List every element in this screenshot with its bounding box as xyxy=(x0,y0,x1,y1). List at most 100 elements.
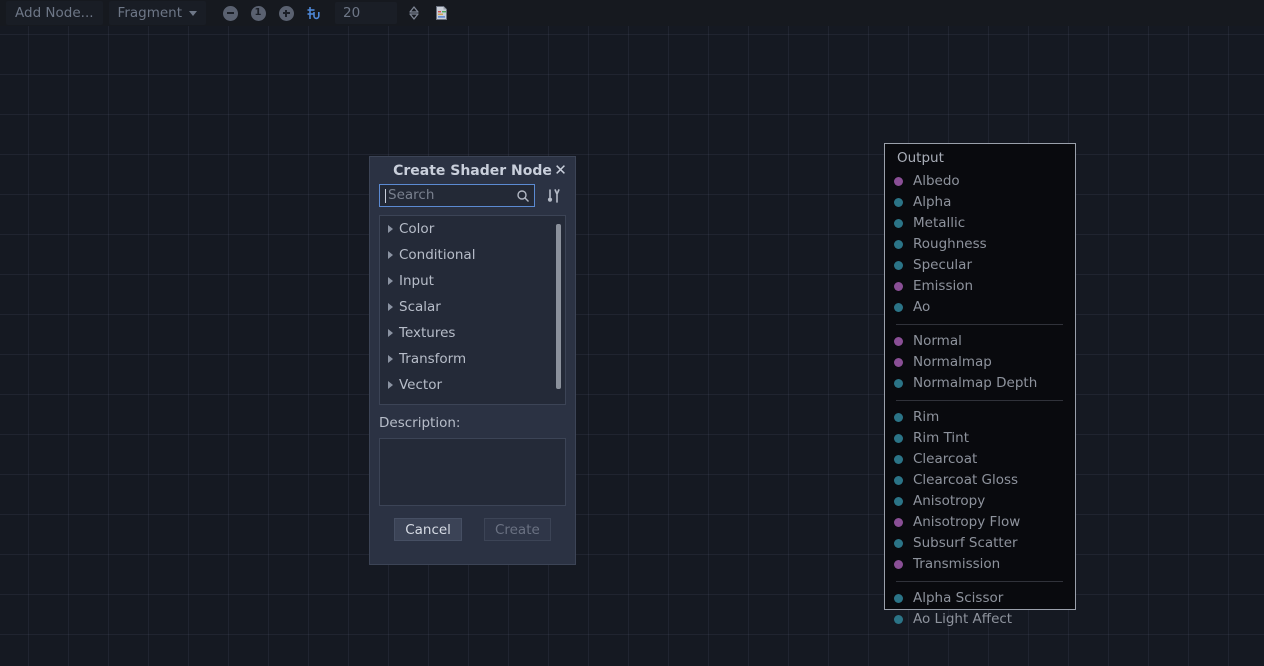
port-dot-icon[interactable] xyxy=(894,497,903,506)
port-dot-icon[interactable] xyxy=(894,379,903,388)
output-node[interactable]: Output Albedo Alpha Metallic Roughness S… xyxy=(884,143,1076,610)
port-row-clearcoat-gloss[interactable]: Clearcoat Gloss xyxy=(885,470,1075,491)
search-icon[interactable] xyxy=(516,189,530,203)
tree-item-label: Special xyxy=(399,403,448,405)
tree-item-label: Scalar xyxy=(399,299,441,315)
port-row-normalmap[interactable]: Normalmap xyxy=(885,352,1075,373)
port-group: Rim Rim Tint Clearcoat Clearcoat Gloss A… xyxy=(885,407,1075,575)
port-label: Normalmap xyxy=(913,356,992,370)
port-label: Roughness xyxy=(913,238,987,252)
port-row-rim[interactable]: Rim xyxy=(885,407,1075,428)
port-dot-icon[interactable] xyxy=(894,615,903,624)
chevron-right-icon[interactable] xyxy=(388,251,393,259)
add-node-label: Add Node... xyxy=(15,5,94,21)
description-textarea[interactable] xyxy=(379,438,566,506)
port-dot-icon[interactable] xyxy=(894,476,903,485)
port-row-specular[interactable]: Specular xyxy=(885,255,1075,276)
dialog-body: Search xyxy=(370,184,575,541)
tree-item-vector[interactable]: Vector xyxy=(380,372,565,398)
port-dot-icon[interactable] xyxy=(894,413,903,422)
port-row-ao[interactable]: Ao xyxy=(885,297,1075,318)
description-label: Description: xyxy=(379,415,566,431)
port-row-ao-light-affect[interactable]: Ao Light Affect xyxy=(885,609,1075,630)
dialog-titlebar[interactable]: Create Shader Node ✕ xyxy=(370,157,575,184)
port-dot-icon[interactable] xyxy=(894,560,903,569)
chevron-right-icon[interactable] xyxy=(388,329,393,337)
tree-scrollbar[interactable] xyxy=(556,218,563,402)
chevron-right-icon[interactable] xyxy=(388,303,393,311)
port-label: Subsurf Scatter xyxy=(913,537,1018,551)
chevron-right-icon[interactable] xyxy=(388,381,393,389)
port-label: Rim Tint xyxy=(913,432,969,446)
port-dot-icon[interactable] xyxy=(894,358,903,367)
port-dot-icon[interactable] xyxy=(894,177,903,186)
tree-item-textures[interactable]: Textures xyxy=(380,320,565,346)
add-node-button[interactable]: Add Node... xyxy=(6,1,103,25)
cancel-button[interactable]: Cancel xyxy=(394,518,462,541)
port-group-separator xyxy=(896,400,1063,401)
port-label: Clearcoat xyxy=(913,453,977,467)
port-row-roughness[interactable]: Roughness xyxy=(885,234,1075,255)
port-dot-icon[interactable] xyxy=(894,219,903,228)
grid-size-spinner[interactable] xyxy=(401,1,427,25)
port-dot-icon[interactable] xyxy=(894,337,903,346)
port-row-anisotropy[interactable]: Anisotropy xyxy=(885,491,1075,512)
port-dot-icon[interactable] xyxy=(894,518,903,527)
port-dot-icon[interactable] xyxy=(894,261,903,270)
port-group: Alpha Scissor Ao Light Affect xyxy=(885,588,1075,630)
tree-item-scalar[interactable]: Scalar xyxy=(380,294,565,320)
zoom-out-icon xyxy=(223,6,238,21)
spinner-up-down-icon xyxy=(407,5,421,21)
close-icon[interactable]: ✕ xyxy=(553,162,568,178)
zoom-in-icon xyxy=(279,6,294,21)
shader-stage-dropdown[interactable]: Fragment xyxy=(109,1,206,25)
snap-grid-button[interactable] xyxy=(301,1,327,25)
port-dot-icon[interactable] xyxy=(894,240,903,249)
chevron-right-icon[interactable] xyxy=(388,225,393,233)
zoom-reset-icon: 1 xyxy=(251,6,266,21)
port-row-clearcoat[interactable]: Clearcoat xyxy=(885,449,1075,470)
port-row-alpha-scissor[interactable]: Alpha Scissor xyxy=(885,588,1075,609)
port-row-albedo[interactable]: Albedo xyxy=(885,171,1075,192)
port-label: Emission xyxy=(913,280,973,294)
tree-item-input[interactable]: Input xyxy=(380,268,565,294)
tree-item-special[interactable]: Special xyxy=(380,398,565,405)
search-row: Search xyxy=(379,184,566,207)
port-row-normalmap-depth[interactable]: Normalmap Depth xyxy=(885,373,1075,394)
port-row-alpha[interactable]: Alpha xyxy=(885,192,1075,213)
node-options-button[interactable] xyxy=(542,184,566,207)
tree-item-transform[interactable]: Transform xyxy=(380,346,565,372)
port-dot-icon[interactable] xyxy=(894,455,903,464)
port-dot-icon[interactable] xyxy=(894,594,903,603)
port-label: Normalmap Depth xyxy=(913,377,1037,391)
shader-script-button[interactable] xyxy=(429,1,455,25)
port-dot-icon[interactable] xyxy=(894,282,903,291)
zoom-out-button[interactable] xyxy=(217,1,243,25)
port-row-metallic[interactable]: Metallic xyxy=(885,213,1075,234)
tree-item-color[interactable]: Color xyxy=(380,216,565,242)
port-dot-icon[interactable] xyxy=(894,198,903,207)
port-row-anisotropy-flow[interactable]: Anisotropy Flow xyxy=(885,512,1075,533)
tree-scrollbar-thumb[interactable] xyxy=(556,224,561,389)
chevron-right-icon[interactable] xyxy=(388,355,393,363)
port-dot-icon[interactable] xyxy=(894,539,903,548)
chevron-right-icon[interactable] xyxy=(388,277,393,285)
zoom-reset-button[interactable]: 1 xyxy=(245,1,271,25)
port-row-transmission[interactable]: Transmission xyxy=(885,554,1075,575)
tree-item-label: Conditional xyxy=(399,247,475,263)
node-category-tree[interactable]: Color Conditional Input Scalar Textures … xyxy=(379,215,566,405)
chevron-down-icon xyxy=(189,11,197,16)
tree-item-conditional[interactable]: Conditional xyxy=(380,242,565,268)
tree-item-label: Input xyxy=(399,273,434,289)
port-row-rim-tint[interactable]: Rim Tint xyxy=(885,428,1075,449)
port-row-subsurf-scatter[interactable]: Subsurf Scatter xyxy=(885,533,1075,554)
port-row-normal[interactable]: Normal xyxy=(885,331,1075,352)
grid-size-input[interactable]: 20 xyxy=(335,2,397,24)
search-input[interactable]: Search xyxy=(379,184,535,207)
port-dot-icon[interactable] xyxy=(894,303,903,312)
zoom-in-button[interactable] xyxy=(273,1,299,25)
shader-editor-toolbar: Add Node... Fragment 1 20 xyxy=(0,0,1264,26)
port-label: Alpha xyxy=(913,196,951,210)
port-row-emission[interactable]: Emission xyxy=(885,276,1075,297)
port-dot-icon[interactable] xyxy=(894,434,903,443)
